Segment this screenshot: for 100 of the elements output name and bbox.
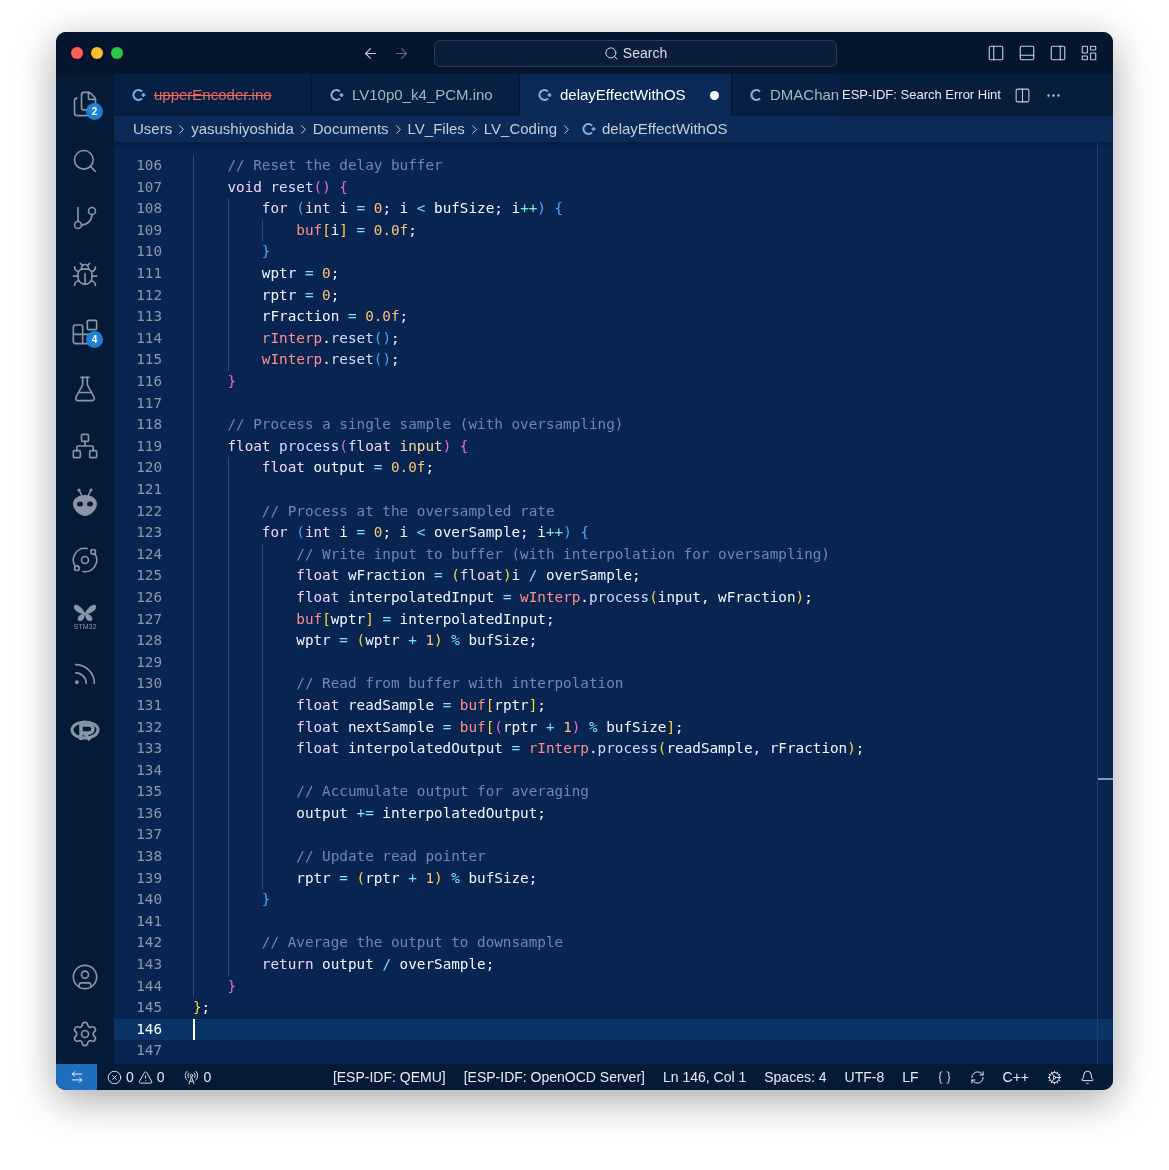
code-line: buf[wptr] = interpolatedInput;	[295, 609, 555, 629]
line-number: 147	[135, 1041, 162, 1061]
line-number: 133	[135, 739, 162, 759]
breadcrumb-item[interactable]: LV_Files	[407, 117, 465, 141]
line-number: 118	[135, 415, 162, 435]
line-number: 126	[135, 587, 162, 607]
code-line: // Update read pointer	[295, 847, 486, 867]
error-count[interactable]: 0	[126, 1066, 134, 1088]
code-line: for (int i = 0; i < overSample; i++) {	[260, 523, 589, 543]
code-line: rptr = (rptr + 1) % bufSize;	[295, 868, 538, 888]
tab-label: LV10p0_k4_PCM.ino	[352, 84, 493, 105]
line-number: 108	[135, 199, 162, 219]
code-line: rFraction = 0.0f;	[260, 307, 409, 327]
line-number: 138	[135, 847, 162, 867]
line-number: 146	[135, 1019, 162, 1039]
code-line: }	[226, 976, 237, 996]
code-line: return output / overSample;	[260, 955, 495, 975]
code-line: float nextSample = buf[(rptr + 1) % bufSize];	[295, 717, 684, 737]
line-number: 143	[135, 955, 162, 975]
line-number: 132	[135, 717, 162, 737]
editor-tab[interactable]: upperEncoder.ino	[114, 74, 312, 116]
code-line: float wFraction = (float)i / overSample;	[295, 566, 641, 586]
line-number: 115	[135, 350, 162, 370]
code-line: rptr = 0;	[260, 285, 340, 305]
code-line: // Accumulate output for averaging	[295, 782, 589, 802]
status-item[interactable]: Spaces: 4	[764, 1066, 827, 1088]
code-line: void reset() {	[226, 177, 348, 197]
line-number: 122	[135, 501, 162, 521]
code-line: // Read from buffer with interpolation	[295, 674, 624, 694]
breadcrumb-item[interactable]: delayEffectWithOS	[602, 117, 728, 141]
tab-label: upperEncoder.ino	[154, 84, 272, 105]
code-line: // Process at the oversampled rate	[260, 501, 555, 521]
ports-count[interactable]: 0	[203, 1066, 212, 1088]
line-number: 113	[135, 307, 162, 327]
line-number: 109	[135, 220, 162, 240]
warning-count[interactable]: 0	[156, 1066, 165, 1088]
breadcrumb-item[interactable]: Users	[133, 117, 173, 141]
status-item[interactable]: [ESP-IDF: OpenOCD Server]	[463, 1066, 645, 1088]
line-number: 134	[135, 760, 162, 780]
code-line: wptr = (wptr + 1) % bufSize;	[295, 631, 538, 651]
status-item[interactable]: C++	[1002, 1066, 1029, 1088]
editor-tab[interactable]: LV10p0_k4_PCM.ino	[312, 74, 520, 116]
code-line: }	[260, 890, 271, 910]
breadcrumb-item[interactable]: LV_Coding	[483, 117, 557, 141]
line-number: 116	[135, 372, 162, 391]
line-number: 110	[135, 242, 162, 262]
tab-label: delayEffectWithOS	[560, 84, 686, 105]
line-number: 129	[135, 652, 162, 672]
line-number: 121	[135, 480, 162, 499]
hint-label[interactable]: ESP-IDF: Search Error Hint	[842, 85, 1001, 105]
line-number: 140	[135, 890, 162, 910]
search-field[interactable]: Search	[434, 39, 837, 67]
breadcrumb-item[interactable]: yasushiyoshida	[191, 117, 294, 141]
code-line: rInterp.reset();	[260, 328, 400, 348]
code-line: float readSample = buf[rptr];	[295, 695, 546, 715]
status-item[interactable]: UTF-8	[844, 1066, 885, 1088]
code-line: float output = 0.0f;	[260, 458, 435, 478]
line-number: 136	[135, 803, 162, 823]
code-line: }	[226, 372, 237, 391]
code-line: wptr = 0;	[260, 264, 340, 284]
code-line: }	[260, 242, 271, 262]
code-line: for (int i = 0; i < bufSize; i++) {	[260, 199, 564, 219]
editor-tab[interactable]: delayEffectWithOS	[520, 74, 732, 116]
line-number: 137	[135, 825, 162, 845]
code-line: float interpolatedInput = wInterp.process(input, wFraction);	[295, 587, 813, 607]
line-number: 135	[135, 782, 162, 802]
line-number: 141	[135, 911, 162, 931]
line-number: 130	[135, 674, 162, 694]
line-number: 127	[135, 609, 162, 629]
line-number: 131	[135, 695, 162, 715]
line-number: 139	[135, 868, 162, 888]
count-badge: 2	[86, 103, 103, 120]
line-number: 144	[135, 976, 162, 996]
status-item[interactable]: [ESP-IDF: QEMU]	[332, 1066, 446, 1088]
code-line: // Average the output to downsample	[260, 933, 564, 953]
line-number: 120	[135, 458, 162, 478]
line-number: 124	[135, 544, 162, 564]
code-line: float interpolatedOutput = rInterp.process(readSample, rFraction);	[295, 739, 865, 759]
editor-tab[interactable]: DMAChan	[732, 74, 838, 116]
code-line: float process(float input) {	[226, 436, 469, 456]
line-number: 125	[135, 566, 162, 586]
status-item[interactable]: LF	[902, 1066, 919, 1088]
code-line: // Process a single sample (with oversampling)	[226, 415, 624, 435]
line-number: 119	[135, 436, 162, 456]
line-number: 128	[135, 631, 162, 651]
line-number: 107	[135, 177, 162, 197]
line-number: 114	[135, 328, 162, 348]
breadcrumb-item[interactable]: Documents	[312, 117, 389, 141]
code-line: // Reset the delay buffer	[226, 156, 443, 176]
line-number: 106	[135, 156, 162, 176]
code-line: };	[193, 998, 211, 1018]
line-number: 111	[135, 264, 162, 284]
line-number: 145	[135, 998, 162, 1018]
code-line: output += interpolatedOutput;	[295, 803, 546, 823]
tab-label: DMAChan	[770, 84, 840, 105]
status-item[interactable]: Ln 146, Col 1	[662, 1066, 747, 1088]
line-number: 112	[135, 285, 162, 305]
line-number: 123	[135, 523, 162, 543]
code-line: // Write input to buffer (with interpolation for oversampling)	[295, 544, 830, 564]
code-line: buf[i] = 0.0f;	[295, 220, 417, 240]
